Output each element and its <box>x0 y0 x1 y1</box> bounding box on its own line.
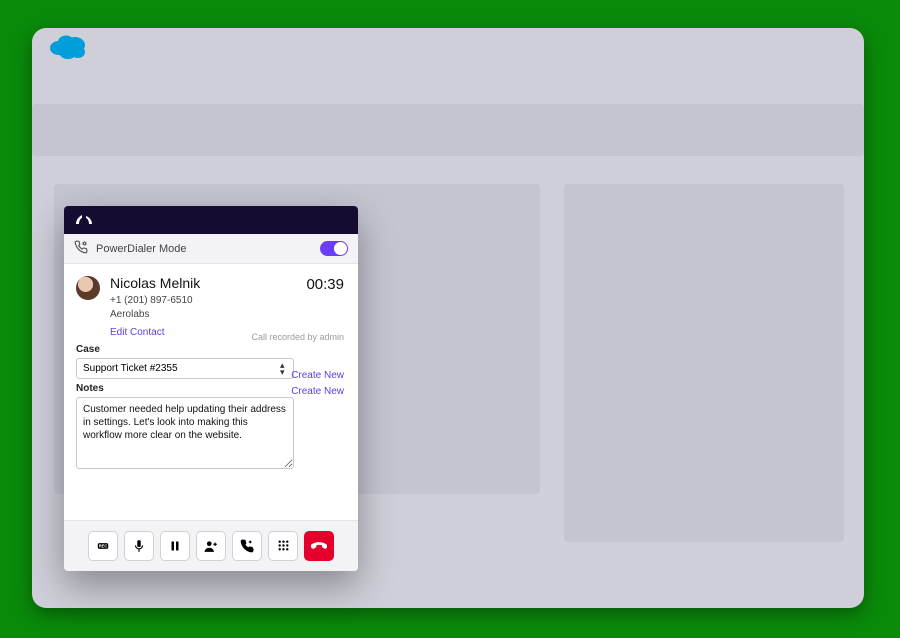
record-button[interactable]: REC <box>88 531 118 561</box>
call-body: Nicolas Melnik +1 (201) 897-6510 Aerolab… <box>64 264 358 520</box>
call-timer: 00:39 <box>306 276 344 293</box>
caller-phone: +1 (201) 897-6510 <box>110 294 346 308</box>
recording-note: Call recorded by admin <box>251 332 344 342</box>
mute-button[interactable] <box>124 531 154 561</box>
call-controls: REC <box>64 520 358 571</box>
hangup-button[interactable] <box>304 531 334 561</box>
dialpad-button[interactable] <box>268 531 298 561</box>
mode-bar: PowerDialer Mode <box>64 234 358 264</box>
case-select[interactable]: Support Ticket #2355 <box>76 358 294 379</box>
pause-button[interactable] <box>160 531 190 561</box>
caller-company: Aerolabs <box>110 308 346 322</box>
case-label: Case <box>76 344 346 355</box>
phone-settings-icon <box>74 240 88 257</box>
transfer-button[interactable] <box>232 531 262 561</box>
notes-textarea[interactable] <box>76 397 294 469</box>
edit-contact-link[interactable]: Edit Contact <box>110 326 164 340</box>
background-panel-right <box>564 184 844 542</box>
background-panel-top <box>32 104 864 156</box>
case-create-new-link[interactable]: Create New <box>291 370 344 381</box>
avatar[interactable] <box>76 276 100 300</box>
notes-create-new-link[interactable]: Create New <box>291 386 344 397</box>
svg-text:REC: REC <box>99 543 108 548</box>
dialer-widget: PowerDialer Mode Nicolas Melnik +1 (201)… <box>64 206 358 571</box>
add-participant-button[interactable] <box>196 531 226 561</box>
mode-label: PowerDialer Mode <box>96 243 186 255</box>
powerdialer-toggle[interactable] <box>320 241 348 256</box>
toggle-knob <box>334 242 347 255</box>
dialer-header[interactable] <box>64 206 358 234</box>
dialpad-logo-icon <box>74 213 94 227</box>
salesforce-logo-icon <box>48 32 90 67</box>
